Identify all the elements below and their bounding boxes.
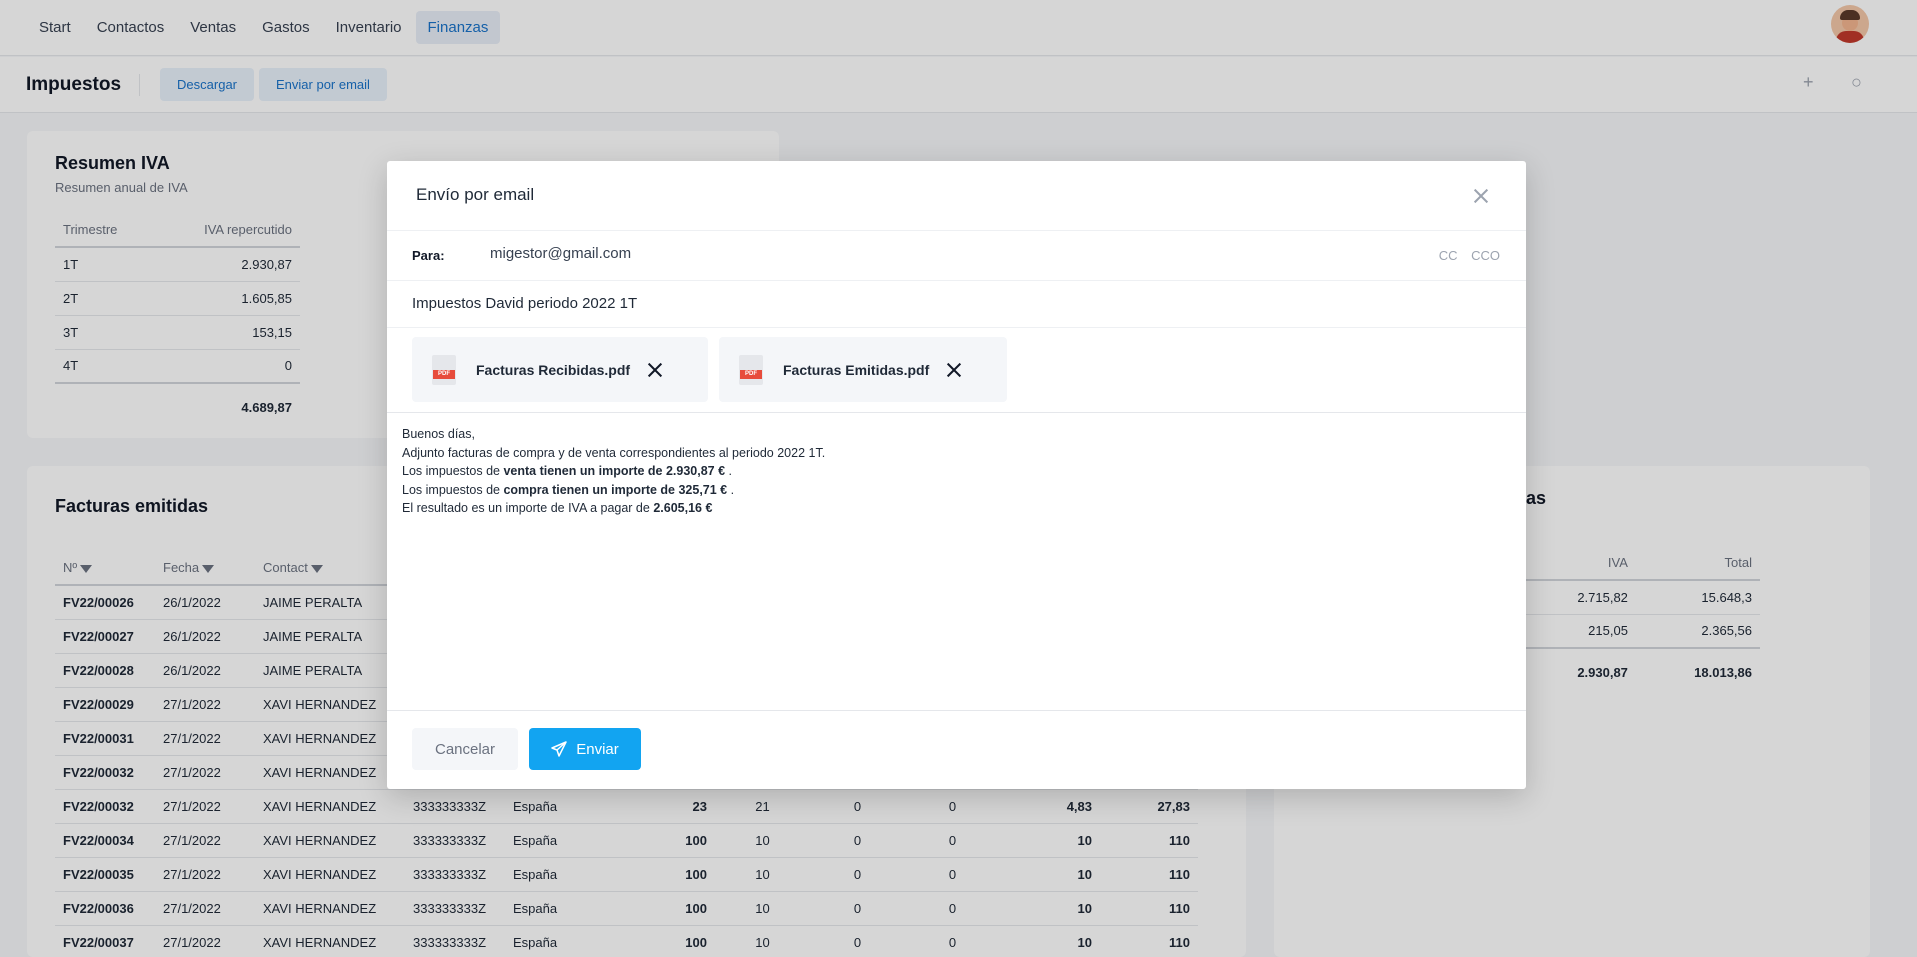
cco-button[interactable]: CCO	[1471, 248, 1500, 263]
modal-footer: Cancelar Enviar	[387, 711, 1526, 787]
email-modal: Envío por email Para: migestor@gmail.com…	[387, 161, 1526, 789]
cc-options: CC CCO	[1429, 248, 1500, 263]
recipient-row: Para: migestor@gmail.com CC CCO	[387, 231, 1526, 281]
send-icon	[551, 741, 567, 757]
attachment-chip[interactable]: Facturas Recibidas.pdf	[412, 337, 708, 402]
close-icon[interactable]	[1474, 189, 1488, 203]
send-button[interactable]: Enviar	[529, 728, 641, 770]
subject-row: Impuestos David periodo 2022 1T	[387, 281, 1526, 328]
to-label: Para:	[412, 248, 445, 263]
modal-header: Envío por email	[387, 161, 1526, 231]
remove-attachment-icon[interactable]	[947, 363, 961, 377]
body-line: Los impuestos de venta tienen un importe…	[402, 464, 733, 478]
body-line: Adjunto facturas de compra y de venta co…	[402, 445, 826, 460]
attachment-name: Facturas Recibidas.pdf	[476, 361, 631, 378]
cc-button[interactable]: CC	[1439, 248, 1458, 263]
attachment-chip[interactable]: Facturas Emitidas.pdf	[719, 337, 1007, 402]
pdf-file-icon	[739, 354, 763, 385]
remove-attachment-icon[interactable]	[648, 363, 662, 377]
body-line: El resultado es un importe de IVA a paga…	[402, 501, 713, 515]
body-line: Buenos días,	[402, 427, 475, 441]
modal-title: Envío por email	[416, 185, 535, 204]
to-input[interactable]: migestor@gmail.com	[490, 245, 631, 262]
send-button-label: Enviar	[576, 740, 619, 758]
subject-input[interactable]: Impuestos David periodo 2022 1T	[412, 295, 637, 312]
attachment-name: Facturas Emitidas.pdf	[783, 361, 930, 378]
email-body-editor[interactable]: Buenos días, Adjunto facturas de compra …	[387, 413, 1526, 711]
pdf-file-icon	[432, 354, 456, 385]
attachments-row: Facturas Recibidas.pdf Facturas Emitidas…	[387, 328, 1526, 413]
cancel-button[interactable]: Cancelar	[412, 728, 518, 770]
body-line: Los impuestos de compra tienen un import…	[402, 482, 735, 497]
